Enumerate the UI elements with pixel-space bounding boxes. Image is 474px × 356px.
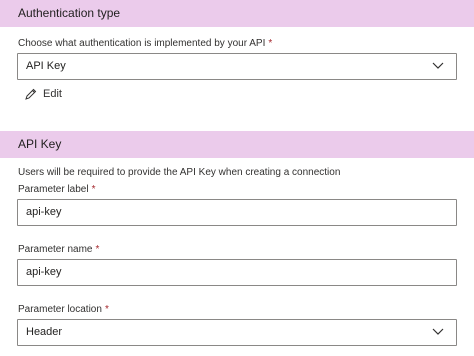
edit-button[interactable]: Edit xyxy=(24,86,62,102)
required-mark: * xyxy=(95,244,100,255)
parameter-name-input[interactable]: api-key xyxy=(17,259,457,286)
required-mark: * xyxy=(268,38,273,49)
parameter-location-value: Header xyxy=(26,326,63,338)
api-key-description: Users will be required to provide the AP… xyxy=(18,167,340,178)
parameter-label-value: api-key xyxy=(26,206,62,218)
edit-label: Edit xyxy=(43,88,62,100)
required-mark: * xyxy=(91,184,96,195)
section-header-authentication-type: Authentication type xyxy=(0,0,474,27)
parameter-location-label-text: Parameter location xyxy=(18,304,102,315)
parameter-name-value: api-key xyxy=(26,266,62,278)
section-title: Authentication type xyxy=(18,6,121,20)
auth-type-value: API Key xyxy=(26,60,66,72)
api-key-description-text: Users will be required to provide the AP… xyxy=(18,167,341,178)
section-header-api-key: API Key xyxy=(0,131,474,158)
chevron-down-icon xyxy=(432,328,444,335)
required-mark: * xyxy=(104,304,109,315)
auth-type-label-text: Choose what authentication is implemente… xyxy=(18,38,266,49)
parameter-name-label: Parameter name * xyxy=(18,244,99,255)
parameter-name-label-text: Parameter name xyxy=(18,244,93,255)
parameter-label-input[interactable]: api-key xyxy=(17,199,457,226)
parameter-label-label-text: Parameter label xyxy=(18,184,89,195)
parameter-location-label: Parameter location * xyxy=(18,304,109,315)
parameter-label-label: Parameter label * xyxy=(18,184,96,195)
pencil-icon xyxy=(25,88,37,100)
chevron-down-icon xyxy=(432,62,444,69)
section-title: API Key xyxy=(18,137,62,151)
parameter-location-dropdown[interactable]: Header xyxy=(17,319,457,346)
auth-type-dropdown[interactable]: API Key xyxy=(17,53,457,80)
auth-type-label: Choose what authentication is implemente… xyxy=(18,38,272,49)
